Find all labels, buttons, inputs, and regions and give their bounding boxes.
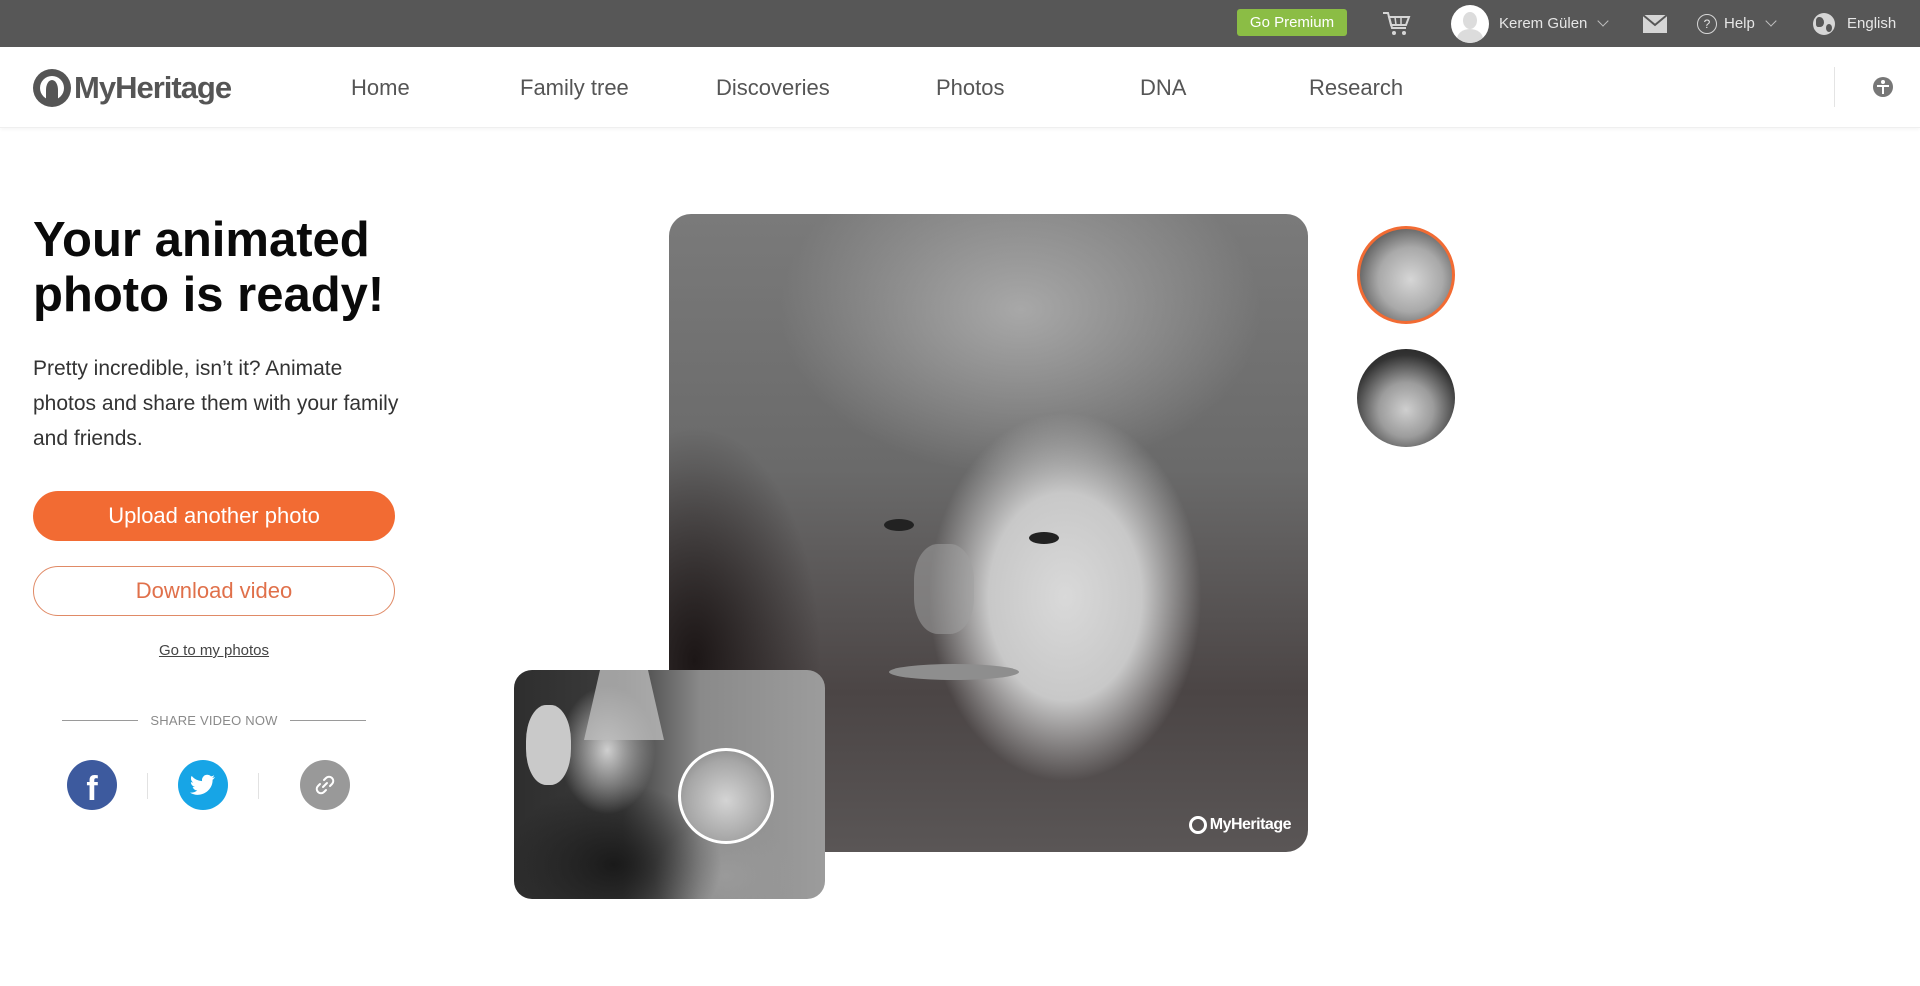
help-label: Help bbox=[1724, 15, 1755, 32]
myheritage-logo-icon bbox=[1188, 816, 1207, 834]
share-twitter-button[interactable] bbox=[178, 760, 228, 810]
main-navigation: MyHeritage Home Family tree Discoveries … bbox=[0, 47, 1920, 128]
question-icon: ? bbox=[1697, 13, 1717, 34]
globe-icon bbox=[1813, 12, 1835, 35]
page-title: Your animated photo is ready! bbox=[33, 213, 385, 322]
download-video-button[interactable]: Download video bbox=[33, 566, 395, 616]
myheritage-logo-icon bbox=[33, 69, 71, 107]
facebook-icon: f bbox=[86, 769, 98, 808]
language-selector[interactable]: English bbox=[1813, 0, 1896, 47]
copy-link-button[interactable] bbox=[300, 760, 350, 810]
nav-item-dna[interactable]: DNA bbox=[1140, 47, 1186, 128]
messages-button[interactable] bbox=[1643, 0, 1667, 47]
myheritage-logo[interactable]: MyHeritage bbox=[33, 69, 232, 107]
go-to-my-photos-link[interactable]: Go to my photos bbox=[33, 642, 395, 659]
selected-face-highlight bbox=[678, 748, 774, 844]
photo-detail bbox=[526, 705, 571, 785]
chevron-down-icon bbox=[1597, 15, 1610, 27]
photo-detail bbox=[889, 664, 1019, 680]
shopping-cart-icon bbox=[1383, 11, 1411, 35]
nav-divider bbox=[1834, 67, 1835, 107]
accessibility-icon[interactable] bbox=[1873, 77, 1893, 97]
upload-another-photo-button[interactable]: Upload another photo bbox=[33, 491, 395, 541]
user-name: Kerem Gülen bbox=[1499, 15, 1588, 32]
twitter-icon bbox=[190, 774, 215, 795]
go-premium-button[interactable]: Go Premium bbox=[1237, 9, 1347, 36]
nav-item-photos[interactable]: Photos bbox=[936, 47, 1005, 128]
photo-detail bbox=[584, 670, 664, 740]
avatar bbox=[1451, 4, 1489, 43]
logo-text: MyHeritage bbox=[74, 70, 232, 105]
envelope-icon bbox=[1643, 14, 1667, 33]
share-divider bbox=[147, 773, 148, 799]
face-thumbnail[interactable] bbox=[1357, 349, 1455, 447]
photo-detail bbox=[884, 519, 914, 531]
photo-detail bbox=[914, 544, 974, 634]
original-photo bbox=[514, 670, 825, 899]
cart-button[interactable] bbox=[1380, 0, 1412, 47]
chevron-down-icon bbox=[1765, 15, 1777, 27]
user-menu[interactable]: Kerem Gülen bbox=[1451, 0, 1610, 47]
face-thumbnail-selected[interactable] bbox=[1357, 226, 1455, 324]
page-description: Pretty incredible, isn’t it? Animate pho… bbox=[33, 357, 399, 450]
watermark-text: MyHeritage bbox=[1209, 816, 1292, 833]
nav-item-family-tree[interactable]: Family tree bbox=[520, 47, 629, 128]
link-icon bbox=[315, 775, 335, 795]
share-divider bbox=[258, 773, 259, 799]
share-video-label: SHARE VIDEO NOW bbox=[62, 713, 366, 728]
myheritage-watermark: MyHeritage bbox=[1188, 816, 1292, 834]
top-utility-bar: Go Premium Kerem Gülen ? Help English bbox=[0, 0, 1920, 47]
language-label: English bbox=[1847, 15, 1897, 32]
photo-detail bbox=[1029, 532, 1059, 544]
help-menu[interactable]: ? Help bbox=[1697, 0, 1777, 47]
nav-item-discoveries[interactable]: Discoveries bbox=[716, 47, 830, 128]
share-facebook-button[interactable]: f bbox=[67, 760, 117, 810]
share-label-text: SHARE VIDEO NOW bbox=[150, 713, 278, 728]
divider-line bbox=[289, 720, 366, 721]
nav-item-research[interactable]: Research bbox=[1309, 47, 1403, 128]
divider-line bbox=[62, 720, 139, 721]
nav-item-home[interactable]: Home bbox=[351, 47, 410, 128]
